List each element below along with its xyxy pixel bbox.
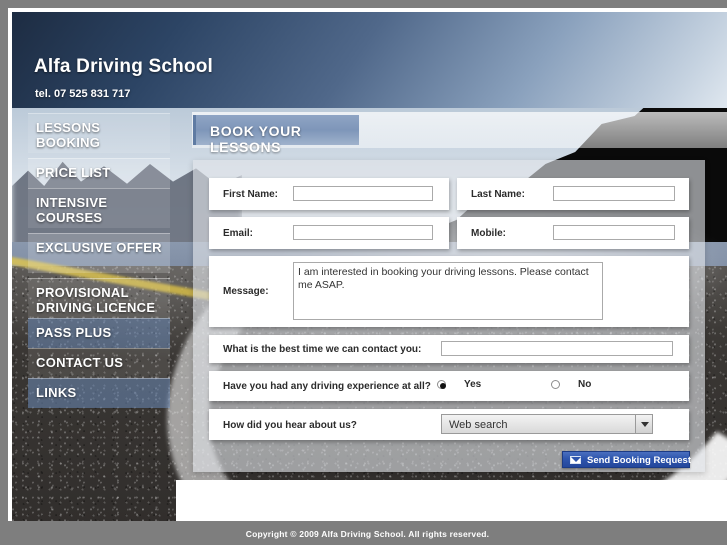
sidebar-item-provisional-driving-licence[interactable]: PROVISIONAL DRIVING LICENCE [28,278,170,318]
mobile-label: Mobile: [471,228,506,239]
page-title-box: BOOK YOUR LESSONS [193,115,359,155]
first-name-input[interactable] [293,186,433,201]
form-row-driving-experience: Have you had any driving experience at a… [209,371,689,401]
last-name-label: Last Name: [471,189,525,200]
mobile-input[interactable] [553,225,675,240]
footer-copyright: Copyright © 2009 Alfa Driving School. Al… [245,529,490,539]
sidebar-item-lessons-booking[interactable]: LESSONS BOOKING [28,113,170,153]
email-label: Email: [223,228,254,239]
last-name-input[interactable] [553,186,675,201]
hear-about-us-select[interactable]: Web search [441,414,653,434]
content-white-area [176,480,727,526]
sidebar-item-contact-us[interactable]: CONTACT US [28,348,170,378]
form-row-email: Email: [209,217,449,249]
hear-about-us-label: How did you hear about us? [223,420,357,431]
form-row-last-name: Last Name: [457,178,689,210]
sidebar-item-links[interactable]: LINKS [28,378,170,408]
first-name-label: First Name: [223,189,279,200]
sidebar-item-exclusive-offer[interactable]: EXCLUSIVE OFFER [28,233,170,273]
sidebar-item-pass-plus[interactable]: PASS PLUS [28,318,170,348]
site-phone: tel. 07 525 831 717 [35,88,131,100]
radio-no-icon[interactable] [551,380,560,389]
driving-experience-label: Have you had any driving experience at a… [223,381,431,392]
page-title: BOOK YOUR LESSONS [210,123,302,155]
site-title: Alfa Driving School [34,56,214,77]
hear-about-us-selected-value: Web search [449,419,508,431]
sidebar-nav: LESSONS BOOKING PRICE LIST INTENSIVE COU… [28,113,170,408]
page-frame: Alfa Driving School tel. 07 525 831 717 … [8,8,727,537]
send-booking-request-label: Send Booking Request [587,455,691,466]
chevron-down-icon[interactable] [635,415,652,433]
best-time-label: What is the best time we can contact you… [223,344,422,355]
radio-no-label: No [578,379,592,390]
site-header: Alfa Driving School tel. 07 525 831 717 [12,12,727,108]
radio-yes-icon[interactable] [437,380,446,389]
form-row-mobile: Mobile: [457,217,689,249]
footer: Copyright © 2009 Alfa Driving School. Al… [8,521,727,545]
form-row-hear-about-us: How did you hear about us? Web search [209,409,689,440]
envelope-icon [570,456,581,464]
form-row-first-name: First Name: [209,178,449,210]
radio-yes-label: Yes [464,379,482,390]
message-textarea[interactable]: I am interested in booking your driving … [293,262,603,320]
best-time-input[interactable] [441,341,673,356]
sidebar-item-intensive-courses[interactable]: INTENSIVE COURSES [28,188,170,228]
message-label: Message: [223,286,269,297]
form-row-message: Message: I am interested in booking your… [209,256,689,327]
form-row-best-time: What is the best time we can contact you… [209,335,689,363]
sidebar-item-price-list[interactable]: PRICE LIST [28,158,170,188]
email-input[interactable] [293,225,433,240]
booking-form: First Name: Last Name: Email: Mobile: Me… [193,160,705,472]
send-booking-request-button[interactable]: Send Booking Request [562,451,691,468]
